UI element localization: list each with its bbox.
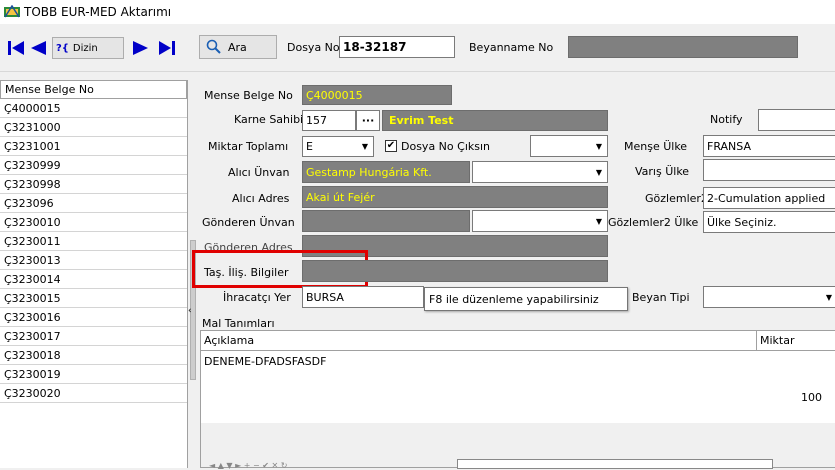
karne-sahibi-lookup-button[interactable]: ··· xyxy=(356,110,380,131)
alici-unvan-field[interactable]: Gestamp Hungária Kft. xyxy=(302,161,470,183)
notify-label: Notify xyxy=(710,113,743,126)
list-item[interactable]: Ç3230011 xyxy=(0,232,187,251)
tas-ilis-label: Taş. İliş. Bilgiler xyxy=(204,266,289,279)
col-aciklama-header[interactable]: Açıklama xyxy=(201,331,757,351)
first-record-button[interactable] xyxy=(6,37,26,59)
prev-icon xyxy=(31,41,46,55)
gozlemler2-ulke-input[interactable]: Ülke Seçiniz. xyxy=(703,211,835,233)
gozlemler2-label: Gözlemler2 xyxy=(645,192,708,205)
gozlemler2-ulke-label: Gözlemler2 Ülke xyxy=(608,216,699,229)
last-record-button[interactable] xyxy=(156,37,180,59)
ihracatci-yer-input[interactable]: BURSA xyxy=(302,286,424,308)
dosya-no-ciksin-label: Dosya No Çıksın xyxy=(401,140,490,153)
tooltip: F8 ile düzenleme yapabilirsiniz xyxy=(424,287,628,311)
ihracatci-yer-label: İhracatçı Yer xyxy=(223,291,291,304)
chevron-down-icon[interactable]: ▼ xyxy=(821,287,835,307)
karne-sahibi-code-input[interactable]: 157 xyxy=(302,110,356,131)
list-item[interactable]: Ç3231001 xyxy=(0,137,187,156)
miktar-toplami-value: E xyxy=(306,140,313,153)
beyanname-no-label: Beyanname No xyxy=(469,41,554,54)
list-item[interactable]: Ç3230999 xyxy=(0,156,187,175)
table-row[interactable]: DENEME-DFADSFASDF 100 xyxy=(201,351,835,423)
gonderen-unvan-select[interactable]: ▼ xyxy=(472,210,608,232)
gonderen-unvan-label: Gönderen Ünvan xyxy=(202,216,295,229)
list-item[interactable]: Ç3230010 xyxy=(0,213,187,232)
alici-unvan-select[interactable]: ▼ xyxy=(472,161,608,183)
beyan-tipi-label: Beyan Tipi xyxy=(632,291,690,304)
dosya-no-ciksin-select[interactable]: ▼ xyxy=(530,135,608,157)
dosya-no-label: Dosya No xyxy=(287,41,340,54)
list-item[interactable]: Ç323096 xyxy=(0,194,187,213)
app-icon xyxy=(4,5,20,19)
search-icon xyxy=(206,39,221,54)
karne-sahibi-name-field[interactable]: Evrim Test xyxy=(382,110,608,131)
list-item[interactable]: Ç3230016 xyxy=(0,308,187,327)
beyan-tipi-select[interactable]: ▼ xyxy=(703,286,835,308)
list-item[interactable]: Ç3230998 xyxy=(0,175,187,194)
list-item[interactable]: Ç3230014 xyxy=(0,270,187,289)
notify-input[interactable] xyxy=(758,109,835,131)
tas-ilis-field[interactable] xyxy=(302,260,608,282)
list-item[interactable]: Ç3230019 xyxy=(0,365,187,384)
list-item[interactable]: Ç3230015 xyxy=(0,289,187,308)
window-title: TOBB EUR-MED Aktarımı xyxy=(24,5,172,19)
alici-unvan-label: Alıcı Ünvan xyxy=(228,166,290,179)
dizin-label: Dizin xyxy=(72,42,98,54)
list-header[interactable]: Mense Belge No xyxy=(0,80,187,99)
first-icon xyxy=(8,41,24,55)
next-icon xyxy=(133,41,148,55)
menshe-ulke-label: Menşe Ülke xyxy=(624,140,688,153)
alici-adres-field[interactable]: Akai út Fejér xyxy=(302,186,608,208)
karne-sahibi-label: Karne Sahibi xyxy=(234,113,304,126)
dosya-no-input[interactable]: 18-32187 xyxy=(339,36,455,58)
chevron-down-icon[interactable]: ▼ xyxy=(357,137,373,156)
help-dizin-button[interactable]: ?{ Dizin xyxy=(52,37,124,59)
col-miktar-header[interactable]: Miktar xyxy=(757,331,835,351)
mense-belge-no-label: Mense Belge No xyxy=(204,89,293,102)
help-icon: ?{ xyxy=(56,42,69,54)
next-record-button[interactable] xyxy=(130,37,152,59)
prev-record-button[interactable] xyxy=(28,37,48,59)
gonderen-unvan-field[interactable] xyxy=(302,210,470,232)
list-item[interactable]: Ç3231000 xyxy=(0,118,187,137)
list-item[interactable]: Ç3230018 xyxy=(0,346,187,365)
alici-adres-label: Alıcı Adres xyxy=(232,192,290,205)
menshe-ulke-input[interactable]: FRANSA xyxy=(703,135,835,157)
mal-tanimlari-label: Mal Tanımları xyxy=(202,317,275,330)
chevron-down-icon[interactable]: ▼ xyxy=(591,136,607,156)
row-miktar: 100 xyxy=(801,391,822,404)
toolbar: ?{ Dizin Ara Dosya No 18-32187 Beyanname… xyxy=(0,24,835,72)
list-item[interactable]: Ç4000015 xyxy=(0,99,187,118)
search-button[interactable]: Ara xyxy=(199,35,277,59)
title-bar: TOBB EUR-MED Aktarımı xyxy=(0,0,835,24)
last-icon xyxy=(159,41,175,55)
row-description: DENEME-DFADSFASDF xyxy=(204,355,327,368)
list-item[interactable]: Ç3230013 xyxy=(0,251,187,270)
list-item[interactable]: Ç3230017 xyxy=(0,327,187,346)
mense-belge-no-field[interactable]: Ç4000015 xyxy=(302,85,452,105)
dosya-no-ciksin-checkbox[interactable]: ✔ xyxy=(385,140,397,152)
gozlemler2-input[interactable]: 2-Cumulation applied xyxy=(703,187,835,209)
varis-ulke-label: Varış Ülke xyxy=(635,165,690,178)
miktar-toplami-select[interactable]: E ▼ xyxy=(302,136,374,157)
mense-belge-list: Mense Belge No Ç4000015 Ç3231000 Ç323100… xyxy=(0,80,188,468)
chevron-down-icon[interactable]: ▼ xyxy=(591,211,607,231)
collapse-arrow-icon[interactable]: ‹ xyxy=(188,306,192,316)
varis-ulke-input[interactable] xyxy=(703,159,835,181)
goods-grid: Açıklama Miktar DENEME-DFADSFASDF 100 ◄ … xyxy=(200,330,835,470)
chevron-down-icon[interactable]: ▼ xyxy=(591,162,607,182)
beyanname-no-input[interactable] xyxy=(568,36,798,58)
list-item[interactable]: Ç3230020 xyxy=(0,384,187,403)
search-label: Ara xyxy=(228,40,247,54)
miktar-toplami-label: Miktar Toplamı xyxy=(208,140,289,153)
